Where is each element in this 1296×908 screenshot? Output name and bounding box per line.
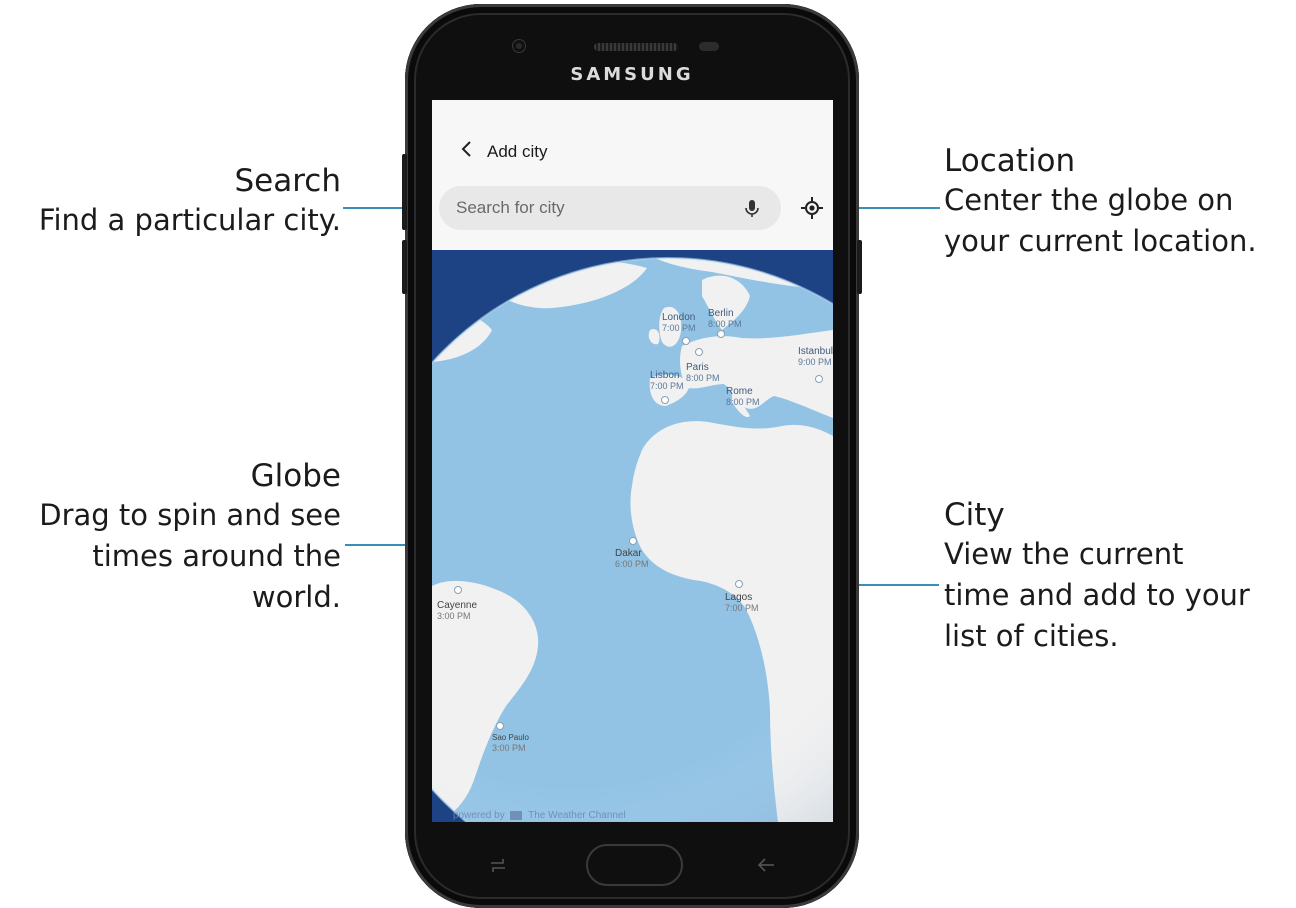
location-callout-desc-1: Center the globe on: [944, 183, 1234, 217]
back-arrow-icon[interactable]: [456, 138, 478, 160]
city-callout-desc-1: View the current: [944, 537, 1184, 571]
city-label-cayenne[interactable]: Cayenne 3:00 PM: [437, 600, 477, 622]
search-input[interactable]: Search for city: [439, 186, 781, 230]
city-time: 7:00 PM: [662, 323, 696, 333]
location-crosshair-icon[interactable]: [800, 196, 824, 220]
city-marker[interactable]: [815, 375, 823, 383]
city-name: Rome: [726, 386, 753, 397]
city-label-london[interactable]: London 7:00 PM: [662, 312, 696, 334]
globe-callout-desc-2: times around the: [92, 539, 341, 573]
bixby-key: [402, 240, 407, 294]
power-key: [857, 240, 862, 294]
search-callout-desc: Find a particular city.: [38, 203, 341, 237]
city-time: 8:00 PM: [686, 373, 720, 383]
city-name: Cayenne: [437, 600, 478, 611]
globe-callout: Globe Drag to spin and see times around …: [0, 457, 341, 618]
city-callout: City View the current time and add to yo…: [944, 496, 1296, 657]
powered-by-credit: powered by The Weather Channel: [453, 810, 626, 821]
city-label-lagos[interactable]: Lagos 7:00 PM: [725, 592, 759, 614]
volume-key: [402, 154, 407, 230]
city-callout-desc-3: list of cities.: [944, 619, 1119, 653]
city-marker[interactable]: [717, 330, 725, 338]
earpiece-speaker: [594, 43, 678, 51]
city-name: Sao Paulo: [492, 733, 529, 742]
microphone-icon[interactable]: [741, 197, 763, 219]
city-time: 7:00 PM: [650, 381, 684, 391]
location-callout: Location Center the globe on your curren…: [944, 142, 1296, 262]
search-callout-title: Search: [234, 163, 341, 199]
front-camera-icon: [513, 40, 525, 52]
search-placeholder: Search for city: [456, 198, 565, 217]
city-callout-desc-2: time and add to your: [944, 578, 1250, 612]
city-label-sao-paulo[interactable]: Sao Paulo 3:00 PM: [492, 732, 529, 754]
city-marker[interactable]: [629, 537, 637, 545]
city-name: Lisbon: [650, 370, 680, 381]
city-label-berlin[interactable]: Berlin 8:00 PM: [708, 308, 742, 330]
city-name: Lagos: [725, 592, 753, 603]
city-time: 3:00 PM: [437, 611, 471, 621]
back-key-icon[interactable]: [755, 854, 777, 876]
location-callout-title: Location: [944, 143, 1076, 179]
city-marker[interactable]: [682, 337, 690, 345]
city-time: 7:00 PM: [725, 603, 759, 613]
city-marker[interactable]: [695, 348, 703, 356]
city-marker[interactable]: [496, 722, 504, 730]
navigation-bar: [432, 822, 833, 892]
city-time: 6:00 PM: [615, 559, 649, 569]
city-callout-title: City: [944, 497, 1005, 533]
city-time: 9:00 PM: [798, 357, 832, 367]
app-bar: Add city Search for city: [432, 100, 833, 250]
location-callout-desc-2: your current location.: [944, 224, 1257, 258]
city-marker[interactable]: [454, 586, 462, 594]
city-label-istanbul[interactable]: Istanbul 9:00 PM: [798, 346, 833, 368]
city-name: Paris: [686, 362, 709, 373]
city-name: Istanbul: [798, 346, 833, 357]
city-time: 8:00 PM: [708, 319, 742, 329]
globe-view[interactable]: London 7:00 PM Berlin 8:00 PM Paris 8:00…: [432, 250, 833, 822]
city-label-lisbon[interactable]: Lisbon 7:00 PM: [650, 370, 684, 392]
page-title: Add city: [487, 142, 548, 161]
search-callout: Search Find a particular city.: [0, 162, 341, 241]
globe-callout-desc-1: Drag to spin and see: [39, 498, 341, 532]
recents-key-icon[interactable]: [487, 854, 509, 876]
city-name: Dakar: [615, 548, 642, 559]
weather-channel-logo-icon: [510, 810, 523, 820]
city-time: 8:00 PM: [726, 397, 760, 407]
globe-callout-desc-3: world.: [251, 580, 341, 614]
powered-by-label: powered by: [453, 810, 505, 821]
phone-screen: Add city Search for city London 7:00 PM …: [432, 100, 833, 822]
proximity-sensor: [699, 42, 719, 51]
city-name: Berlin: [708, 308, 734, 319]
city-time: 3:00 PM: [492, 743, 526, 753]
phone-frame: SAMSUNG Add city Search for city London …: [402, 4, 862, 908]
home-button[interactable]: [586, 844, 683, 886]
city-label-paris[interactable]: Paris 8:00 PM: [686, 362, 720, 384]
city-marker[interactable]: [735, 580, 743, 588]
powered-brand: The Weather Channel: [528, 810, 626, 821]
city-name: London: [662, 312, 696, 323]
globe-callout-title: Globe: [250, 458, 341, 494]
city-label-rome[interactable]: Rome 8:00 PM: [726, 386, 760, 408]
city-marker[interactable]: [661, 396, 669, 404]
brand-logo: SAMSUNG: [570, 64, 694, 85]
city-label-dakar[interactable]: Dakar 6:00 PM: [615, 548, 649, 570]
